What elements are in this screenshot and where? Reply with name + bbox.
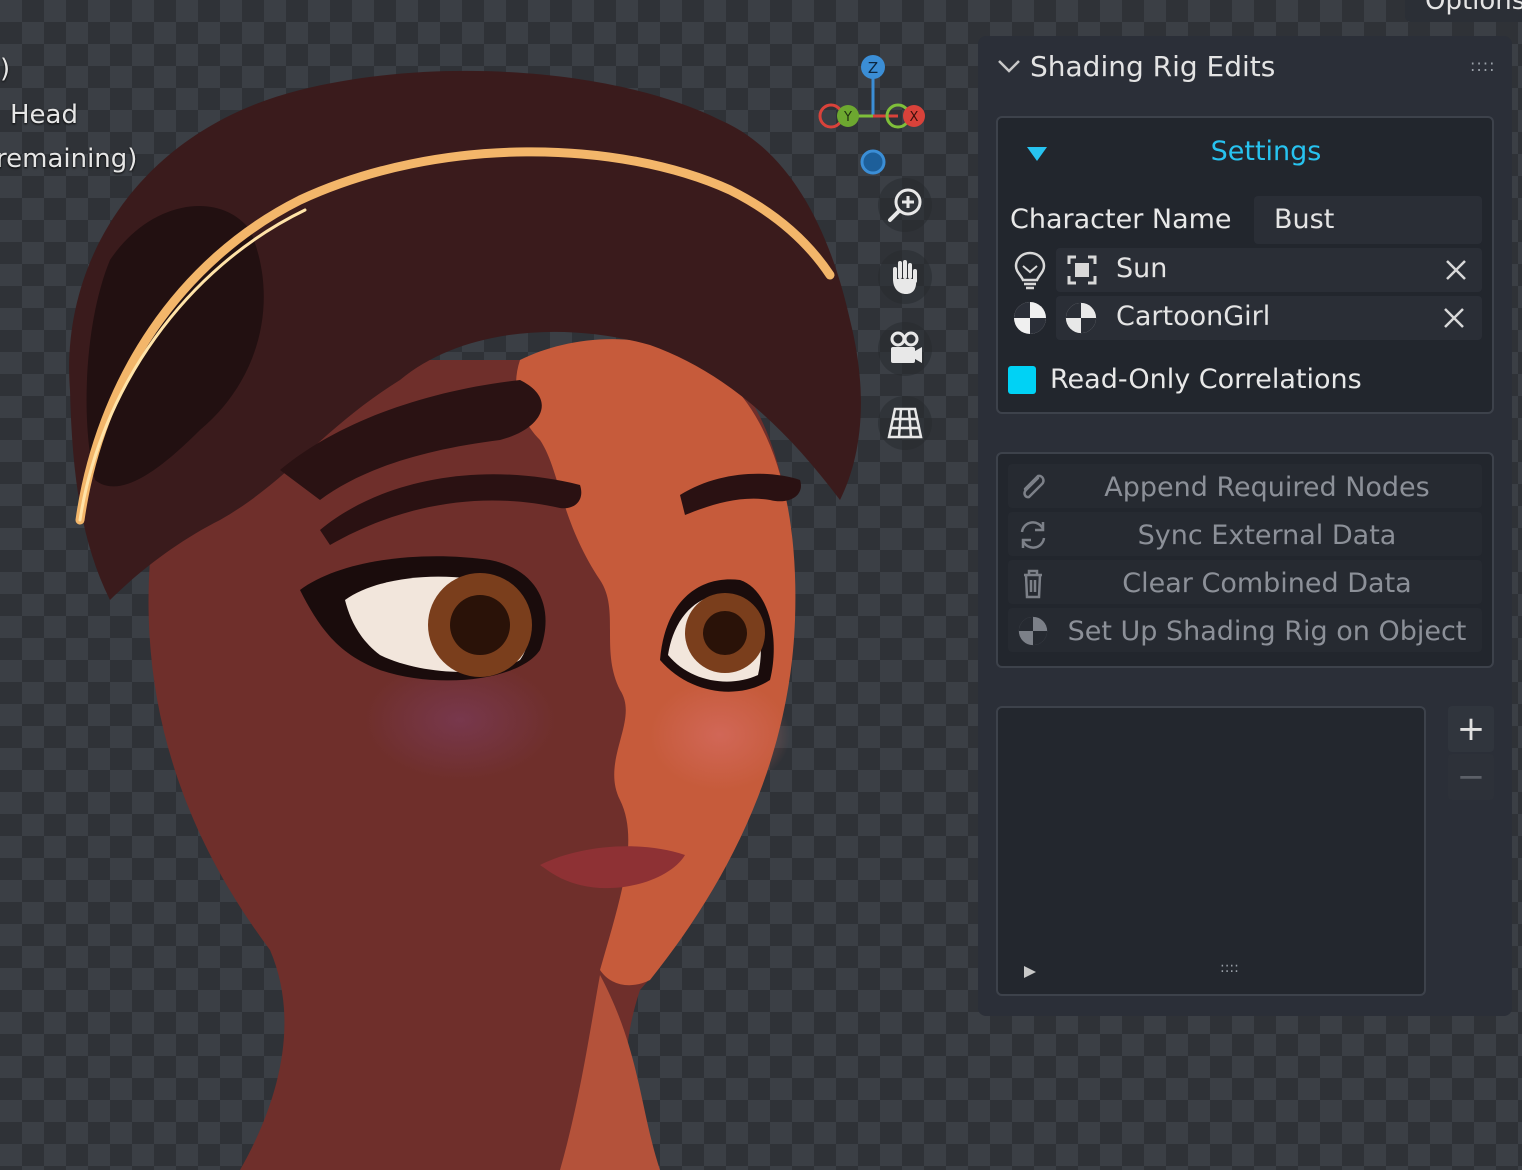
shading-rig-panel: Shading Rig Edits :::: Settings Characte… — [978, 36, 1512, 1016]
add-item-button[interactable]: + — [1448, 706, 1494, 752]
overlay-line-3: remaining) — [0, 144, 138, 174]
light-object-field[interactable]: Sun — [1056, 248, 1482, 292]
axis-gizmo[interactable]: Z Y X — [810, 50, 940, 185]
panel-title: Shading Rig Edits — [1030, 50, 1276, 83]
panel-header[interactable]: Shading Rig Edits :::: — [978, 36, 1512, 100]
shading-rig-list[interactable]: :::: — [996, 706, 1426, 996]
grid-ortho-icon[interactable] — [878, 396, 932, 450]
sync-external-button[interactable]: Sync External Data — [1008, 512, 1482, 556]
material-field[interactable]: CartoonGirl — [1056, 296, 1482, 340]
viewport[interactable]: ) Head remaining) Z Y X — [0, 0, 978, 1170]
options-tab[interactable]: Options — [1405, 0, 1522, 22]
svg-text:X: X — [910, 110, 919, 125]
read-only-label: Read-Only Correlations — [1050, 364, 1362, 395]
settings-title: Settings — [1210, 136, 1322, 167]
character-name-value: Bust — [1274, 204, 1335, 235]
play-triangle-icon[interactable] — [1022, 964, 1038, 980]
hand-pan-icon[interactable] — [878, 250, 932, 304]
material-value: CartoonGirl — [1116, 301, 1271, 332]
remove-item-button[interactable]: − — [1448, 754, 1494, 800]
light-bulb-icon — [1014, 251, 1046, 290]
character-name-label: Character Name — [1010, 204, 1232, 235]
clear-combined-button[interactable]: Clear Combined Data — [1008, 560, 1482, 604]
svg-text:Z: Z — [868, 59, 878, 77]
resize-grip-icon[interactable]: :::: — [1220, 960, 1239, 976]
drag-grip-icon[interactable]: :::: — [1470, 56, 1496, 75]
close-icon[interactable] — [1444, 258, 1468, 282]
operators-box: Append Required Nodes Sync External Data… — [996, 452, 1494, 668]
append-nodes-button[interactable]: Append Required Nodes — [1008, 464, 1482, 508]
close-icon[interactable] — [1442, 306, 1466, 330]
camera-icon[interactable] — [878, 322, 932, 376]
read-only-checkbox[interactable] — [1008, 366, 1036, 394]
setup-shading-rig-button[interactable]: Set Up Shading Rig on Object — [1008, 608, 1482, 652]
object-icon — [1067, 255, 1097, 285]
character-name-field[interactable]: Bust — [1254, 196, 1482, 244]
material-icon — [1065, 302, 1097, 334]
light-object-value: Sun — [1116, 253, 1168, 284]
zoom-icon[interactable] — [878, 178, 932, 232]
overlay-line-2: Head — [10, 100, 78, 130]
chevron-down-icon[interactable] — [996, 56, 1022, 76]
svg-text:Y: Y — [843, 110, 852, 125]
material-sphere-icon — [1014, 302, 1046, 334]
settings-header[interactable]: Settings — [998, 118, 1492, 188]
overlay-line-1: ) — [0, 54, 11, 84]
settings-subpanel: Settings Character Name Bust Sun Cartoon… — [996, 116, 1494, 414]
